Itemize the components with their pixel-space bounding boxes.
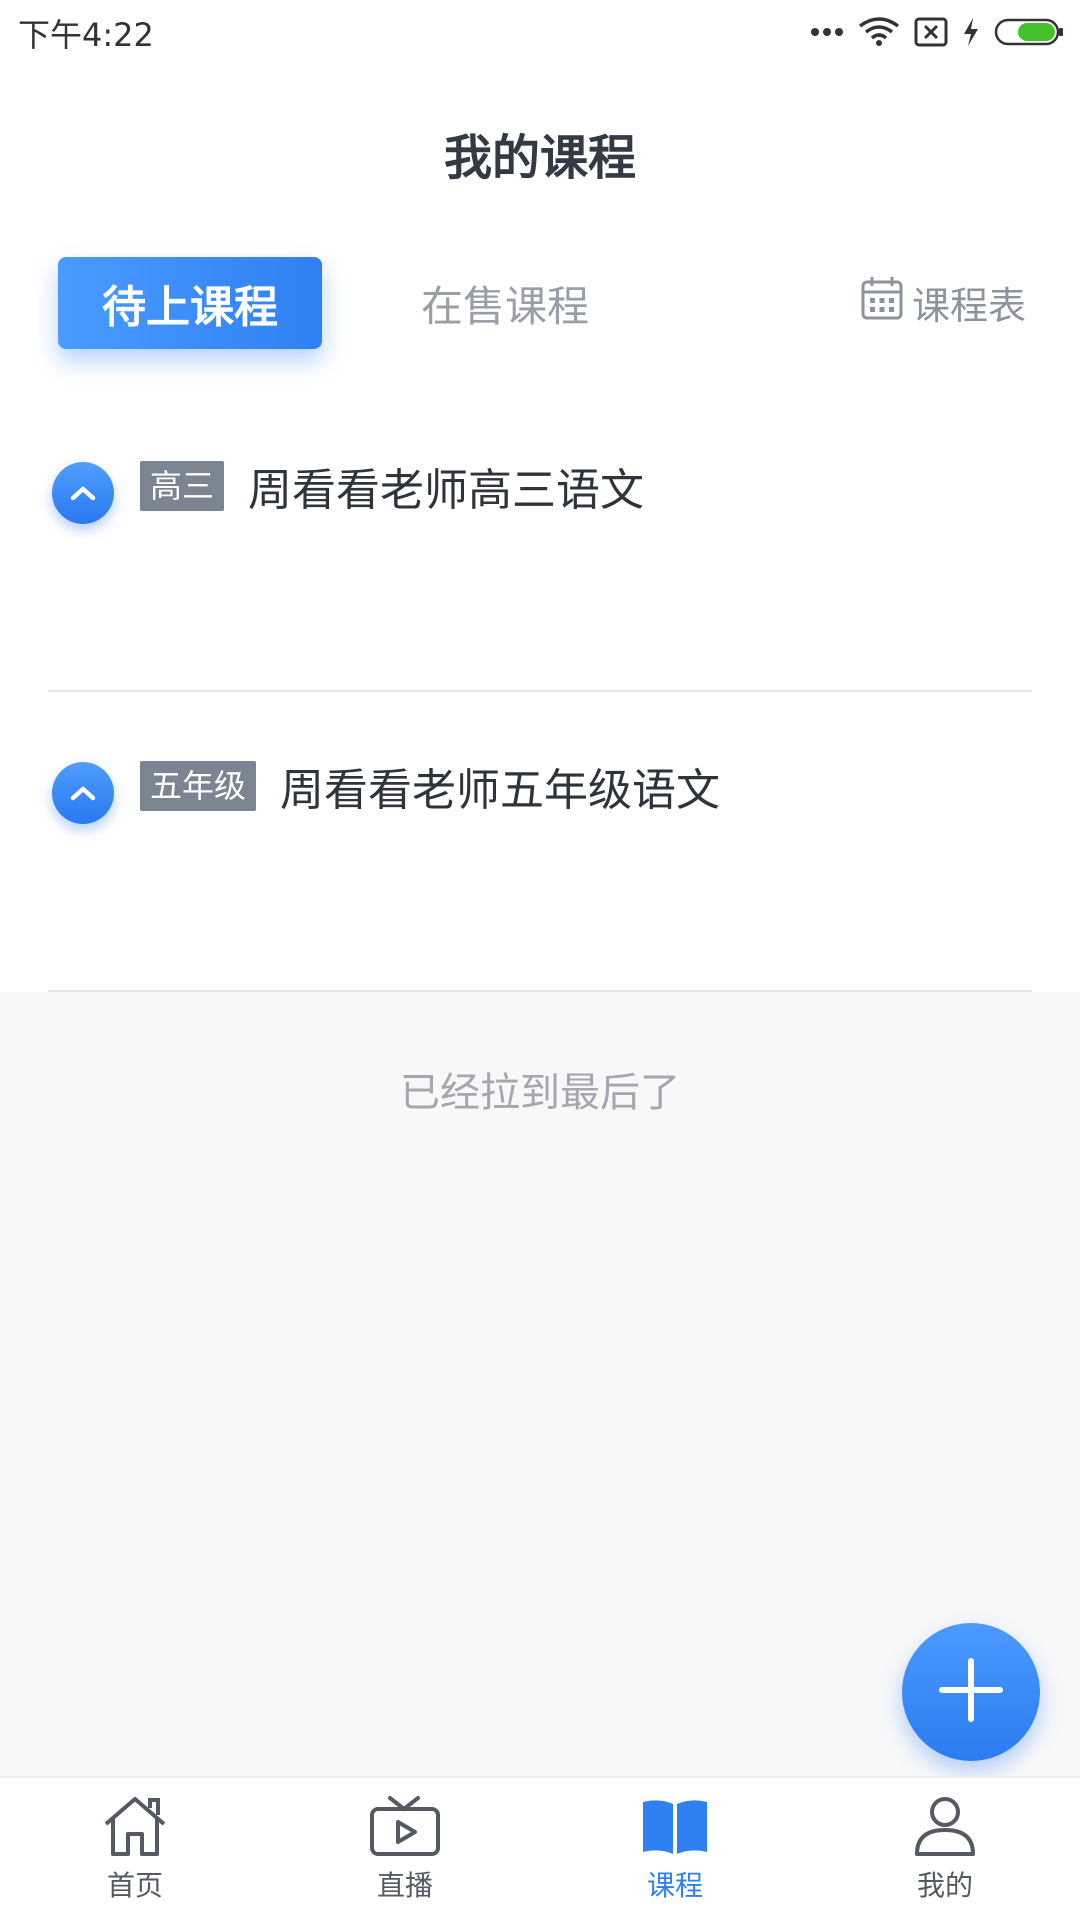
more-dots-icon xyxy=(810,27,844,37)
tv-icon xyxy=(368,1794,442,1862)
home-icon xyxy=(100,1794,170,1862)
course-title: 周看看老师高三语文 xyxy=(248,465,645,516)
course-row: 高三 周看看老师高三语文 xyxy=(140,456,644,516)
tab-courses-on-sale[interactable]: 在售课程 xyxy=(380,257,630,349)
nav-label: 首页 xyxy=(106,1869,163,1902)
nav-item-me[interactable]: 我的 xyxy=(810,1778,1080,1920)
status-bar: 下午4:22 xyxy=(0,0,1080,62)
nav-item-courses[interactable]: 课程 xyxy=(540,1778,810,1920)
chevron-up-icon[interactable] xyxy=(52,462,114,524)
course-title: 周看看老师五年级语文 xyxy=(280,765,721,816)
schedule-label: 课程表 xyxy=(911,283,1026,328)
course-row: 五年级 周看看老师五年级语文 xyxy=(140,756,720,816)
bottom-nav: 首页 直播 课程 我的 xyxy=(0,1776,1080,1920)
no-sim-icon xyxy=(914,17,948,47)
wifi-icon xyxy=(858,16,900,48)
schedule-button[interactable]: 课程表 xyxy=(860,270,1026,334)
grade-badge: 五年级 xyxy=(140,761,257,811)
status-time: 下午4:22 xyxy=(18,16,154,54)
course-list: 高三 周看看老师高三语文 五年级 周看看老师五年级语文 xyxy=(0,392,1080,992)
calendar-icon xyxy=(860,275,904,330)
add-course-button[interactable] xyxy=(902,1623,1040,1761)
nav-item-home[interactable]: 首页 xyxy=(0,1778,270,1920)
list-item[interactable]: 五年级 周看看老师五年级语文 xyxy=(0,692,1080,992)
plus-icon xyxy=(938,1657,1004,1727)
nav-label: 我的 xyxy=(916,1869,973,1902)
nav-label: 直播 xyxy=(376,1869,433,1902)
divider xyxy=(48,990,1032,992)
list-end-text: 已经拉到最后了 xyxy=(400,1070,680,1116)
list-item[interactable]: 高三 周看看老师高三语文 xyxy=(0,392,1080,692)
status-icons xyxy=(810,12,1064,52)
book-icon xyxy=(639,1794,711,1862)
nav-label: 课程 xyxy=(646,1869,703,1902)
user-icon xyxy=(912,1794,978,1862)
nav-item-live[interactable]: 直播 xyxy=(270,1778,540,1920)
grade-badge: 高三 xyxy=(140,461,225,511)
charging-icon xyxy=(962,17,980,47)
chevron-up-icon[interactable] xyxy=(52,762,114,824)
page-title: 我的课程 xyxy=(443,130,636,186)
tab-upcoming-courses[interactable]: 待上课程 xyxy=(58,257,322,349)
header: 我的课程 待上课程 在售课程 课程表 xyxy=(0,62,1080,392)
battery-icon xyxy=(994,17,1064,47)
